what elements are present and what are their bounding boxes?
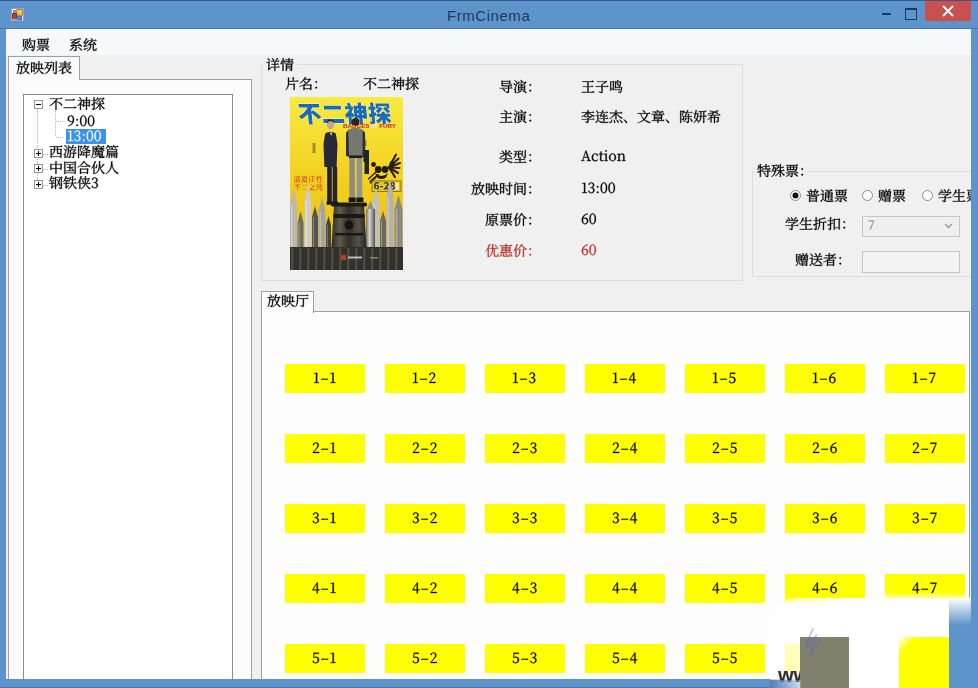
svg-text:BADGES OF FURY: BADGES OF FURY <box>343 122 397 129</box>
